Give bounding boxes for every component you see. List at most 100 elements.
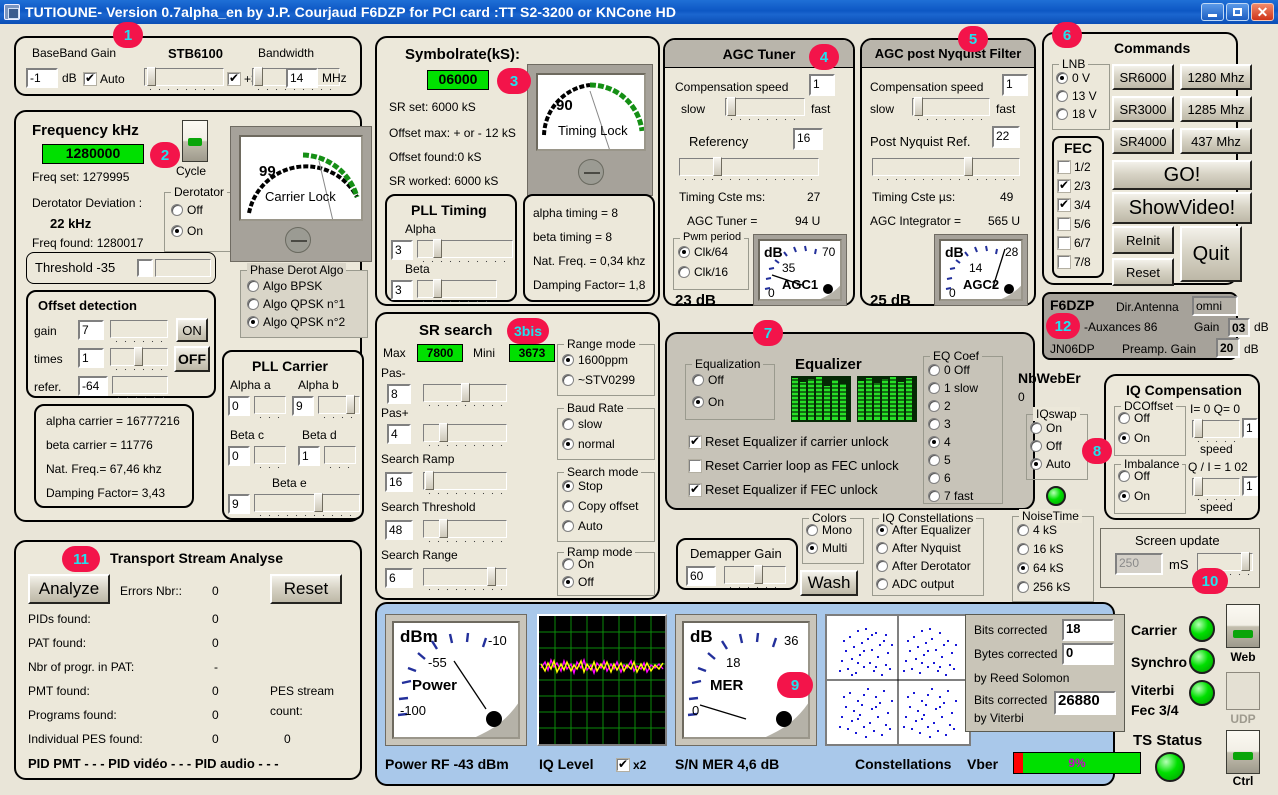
baseband-gain-input[interactable]: -1 bbox=[26, 68, 58, 88]
baud-rate-slow-radio[interactable]: slow bbox=[562, 417, 602, 431]
pas-plus-input[interactable]: 4 bbox=[387, 424, 411, 444]
beta-e-slider[interactable] bbox=[254, 494, 360, 512]
preamp-gain-input[interactable]: 20 bbox=[1216, 338, 1240, 358]
sr3000-button[interactable]: SR3000 bbox=[1112, 96, 1174, 122]
pwm-clk64-radio[interactable]: Clk/64 bbox=[678, 245, 728, 259]
fec-6-7-checkbox[interactable]: 6/7 bbox=[1058, 236, 1091, 250]
offset-refer-slider[interactable] bbox=[112, 376, 168, 394]
noisetime-16ks-radio[interactable]: 16 kS bbox=[1017, 542, 1064, 556]
beta-c-input[interactable]: 0 bbox=[228, 446, 250, 466]
eq-coef-0-radio[interactable]: 0 Off bbox=[928, 363, 970, 377]
search-mode-auto-radio[interactable]: Auto bbox=[562, 519, 603, 533]
search-threshold-slider[interactable] bbox=[423, 520, 507, 538]
agc-nyq-speed-slider[interactable] bbox=[912, 98, 990, 116]
fec-3-4-checkbox[interactable]: 3/4 bbox=[1058, 198, 1091, 212]
imbalance-off-radio[interactable]: Off bbox=[1118, 469, 1150, 483]
offset-gain-slider[interactable] bbox=[110, 320, 168, 338]
close-button[interactable]: ✕ bbox=[1251, 3, 1274, 21]
ramp-mode-on-radio[interactable]: On bbox=[562, 557, 594, 571]
derotator-off-radio[interactable]: Off bbox=[171, 203, 203, 217]
maximize-button[interactable] bbox=[1226, 3, 1249, 21]
eq-coef-4-radio[interactable]: 4 bbox=[928, 435, 951, 449]
sr-mini-input[interactable]: 3673 bbox=[509, 344, 555, 362]
baseband-gain-slider[interactable] bbox=[144, 68, 224, 86]
threshold-thumb-field[interactable] bbox=[137, 259, 153, 277]
iq-adc-output-radio[interactable]: ADC output bbox=[876, 577, 954, 591]
agc-tuner-referency-input[interactable]: 16 bbox=[793, 128, 823, 150]
timing-lock-knob[interactable] bbox=[578, 159, 604, 185]
eq-coef-7-radio[interactable]: 7 fast bbox=[928, 489, 973, 503]
bandwidth-input[interactable]: 14 bbox=[286, 68, 318, 88]
alpha-b-input[interactable]: 9 bbox=[292, 396, 314, 416]
agc-tuner-referency-slider[interactable] bbox=[679, 158, 819, 176]
beta-c-slider[interactable] bbox=[254, 446, 286, 464]
reinit-button[interactable]: ReInit bbox=[1112, 226, 1174, 254]
freq-437-button[interactable]: 437 Mhz bbox=[1180, 128, 1252, 154]
dcoffset-on-radio[interactable]: On bbox=[1118, 431, 1150, 445]
agc-tuner-comp-speed-input[interactable]: 1 bbox=[809, 74, 835, 96]
dir-antenna-input[interactable]: omni bbox=[1192, 296, 1238, 316]
baud-rate-normal-radio[interactable]: normal bbox=[562, 437, 615, 451]
derotator-on-radio[interactable]: On bbox=[171, 224, 203, 238]
udp-toggle-switch[interactable] bbox=[1226, 672, 1260, 710]
wash-button[interactable]: Wash bbox=[800, 570, 858, 596]
search-mode-copy-radio[interactable]: Copy offset bbox=[562, 499, 638, 513]
demapper-gain-slider[interactable] bbox=[724, 566, 786, 584]
eq-coef-6-radio[interactable]: 6 bbox=[928, 471, 951, 485]
freq-1280-button[interactable]: 1280 Mhz bbox=[1180, 64, 1252, 90]
search-range-input[interactable]: 6 bbox=[385, 568, 413, 588]
reset-carrier-loop-fec-unlock-checkbox[interactable]: Reset Carrier loop as FEC unlock bbox=[689, 458, 899, 473]
noisetime-4ks-radio[interactable]: 4 kS bbox=[1017, 523, 1057, 537]
reset-eq-fec-unlock-checkbox[interactable]: Reset Equalizer if FEC unlock bbox=[689, 482, 878, 497]
fec-2-3-checkbox[interactable]: 2/3 bbox=[1058, 179, 1091, 193]
agc-nyq-comp-speed-input[interactable]: 1 bbox=[1002, 74, 1028, 96]
demapper-gain-input[interactable]: 60 bbox=[686, 566, 716, 586]
reset-command-button[interactable]: Reset bbox=[1112, 258, 1174, 286]
eq-coef-3-radio[interactable]: 3 bbox=[928, 417, 951, 431]
range-mode-stv0299-radio[interactable]: ~STV0299 bbox=[562, 373, 635, 387]
symbolrate-input[interactable]: 06000 bbox=[427, 70, 489, 90]
imbalance-speed-input[interactable]: 1 bbox=[1242, 476, 1258, 496]
baseband-auto-checkbox[interactable]: Auto bbox=[84, 72, 125, 86]
offset-gain-input[interactable]: 7 bbox=[78, 320, 104, 340]
noisetime-256ks-radio[interactable]: 256 kS bbox=[1017, 580, 1070, 594]
analyze-button[interactable]: Analyze bbox=[28, 574, 110, 604]
offset-times-slider[interactable] bbox=[110, 348, 168, 366]
iq-after-nyquist-radio[interactable]: After Nyquist bbox=[876, 541, 961, 555]
sr4000-button[interactable]: SR4000 bbox=[1112, 128, 1174, 154]
reset-eq-carrier-unlock-checkbox[interactable]: Reset Equalizer if carrier unlock bbox=[689, 434, 889, 449]
agc-nyq-ref-slider[interactable] bbox=[872, 158, 1020, 176]
iqswap-auto-radio[interactable]: Auto bbox=[1030, 457, 1071, 471]
fec-1-2-checkbox[interactable]: 1/2 bbox=[1058, 160, 1091, 174]
pas-minus-slider[interactable] bbox=[423, 384, 507, 402]
colors-mono-radio[interactable]: Mono bbox=[806, 523, 852, 537]
dcoffset-speed-slider[interactable] bbox=[1192, 420, 1240, 438]
search-range-slider[interactable] bbox=[423, 568, 507, 586]
eq-coef-1-radio[interactable]: 1 slow bbox=[928, 381, 978, 395]
eq-coef-5-radio[interactable]: 5 bbox=[928, 453, 951, 467]
threshold-slider[interactable] bbox=[155, 259, 211, 277]
pll-timing-alpha-slider[interactable] bbox=[417, 240, 513, 258]
equalization-off-radio[interactable]: Off bbox=[692, 373, 724, 387]
iq-after-equalizer-radio[interactable]: After Equalizer bbox=[876, 523, 971, 537]
pll-timing-beta-slider[interactable] bbox=[417, 280, 497, 298]
beta-d-slider[interactable] bbox=[324, 446, 356, 464]
imbalance-on-radio[interactable]: On bbox=[1118, 489, 1150, 503]
range-mode-1600ppm-radio[interactable]: 1600ppm bbox=[562, 353, 628, 367]
alpha-b-slider[interactable] bbox=[318, 396, 360, 414]
offset-on-button[interactable]: ON bbox=[176, 318, 208, 342]
ramp-mode-off-radio[interactable]: Off bbox=[562, 575, 594, 589]
noisetime-64ks-radio[interactable]: 64 kS bbox=[1017, 561, 1064, 575]
freq-1285-button[interactable]: 1285 Mhz bbox=[1180, 96, 1252, 122]
lnb-13v-radio[interactable]: 13 V bbox=[1056, 89, 1097, 103]
search-ramp-input[interactable]: 16 bbox=[385, 472, 413, 492]
pll-timing-beta-input[interactable]: 3 bbox=[391, 280, 413, 300]
showvideo-button[interactable]: ShowVideo! bbox=[1112, 192, 1252, 224]
offset-off-button[interactable]: OFF bbox=[174, 346, 210, 372]
reset-analyze-button[interactable]: Reset bbox=[270, 574, 342, 604]
go-button[interactable]: GO! bbox=[1112, 160, 1252, 190]
iq-x2-checkbox[interactable]: x2 bbox=[617, 758, 646, 772]
cycle-switch[interactable] bbox=[182, 120, 208, 162]
pas-plus-slider[interactable] bbox=[423, 424, 507, 442]
quit-button[interactable]: Quit bbox=[1180, 226, 1242, 282]
